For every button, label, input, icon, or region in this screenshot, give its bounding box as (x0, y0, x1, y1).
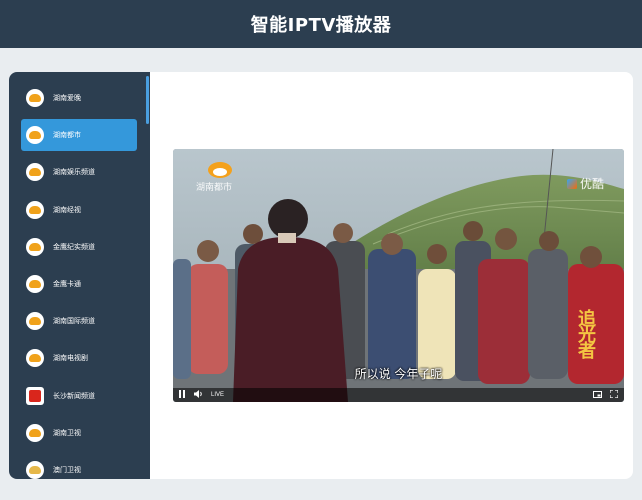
channel-label: 湖南经视 (53, 206, 81, 214)
youku-logo-icon (566, 178, 577, 189)
pause-icon[interactable] (179, 390, 186, 400)
hunan-tv-logo-icon (26, 238, 44, 256)
channel-label: 湖南卫视 (53, 429, 81, 437)
picture-in-picture-icon[interactable] (593, 390, 602, 400)
channel-list[interactable]: 湖南爱晚 湖南都市 湖南娱乐频道 湖南经视 金鹰纪实频道 金鹰卡通 湖南国际频道 (9, 72, 150, 479)
hunan-tv-logo-icon (26, 126, 44, 144)
program-title: 追光者 (575, 309, 596, 357)
channel-item[interactable]: 长沙新闻频道 (21, 380, 137, 412)
channel-item[interactable]: 澳门卫视 (21, 454, 137, 479)
app-header: 智能IPTV播放器 (0, 0, 642, 48)
hunan-tv-logo-icon (26, 201, 44, 219)
channel-label: 湖南电视剧 (53, 354, 88, 362)
channel-item[interactable]: 湖南爱晚 (21, 82, 137, 114)
app-title: 智能IPTV播放器 (250, 15, 392, 36)
station-watermark: 湖南都市 (196, 182, 233, 192)
hunan-tv-logo-icon (26, 163, 44, 181)
channel-label: 长沙新闻频道 (53, 392, 95, 400)
channel-list-scrollbar[interactable] (146, 76, 149, 124)
channel-label: 湖南爱晚 (53, 94, 81, 102)
live-label: LIVE (211, 392, 225, 398)
hunan-tv-logo-icon (26, 275, 44, 293)
channel-item[interactable]: 金鹰卡通 (21, 268, 137, 300)
channel-item[interactable]: 湖南电视剧 (21, 342, 137, 374)
channel-label: 金鹰卡通 (53, 280, 81, 288)
hunan-tv-logo-icon (26, 349, 44, 367)
hunan-tv-logo-icon (26, 312, 44, 330)
channel-label: 湖南都市 (53, 131, 81, 139)
channel-label: 湖南娱乐频道 (53, 168, 95, 176)
channel-item[interactable]: 金鹰纪实频道 (21, 231, 137, 263)
player-controls: LIVE (173, 388, 624, 402)
volume-icon[interactable] (194, 390, 203, 400)
video-player[interactable]: 湖南都市 优酷 追光者 所以说 今年子呢 LIVE (173, 149, 624, 402)
changsha-logo-icon (26, 387, 44, 405)
channel-item-active[interactable]: 湖南都市 (21, 119, 137, 151)
channel-label: 湖南国际频道 (53, 317, 95, 325)
channel-item[interactable]: 湖南国际频道 (21, 305, 137, 337)
channel-label: 澳门卫视 (53, 466, 81, 474)
fullscreen-icon[interactable] (609, 389, 619, 400)
main-panel: 湖南爱晚 湖南都市 湖南娱乐频道 湖南经视 金鹰纪实频道 金鹰卡通 湖南国际频道 (9, 72, 633, 479)
channel-label: 金鹰纪实频道 (53, 243, 95, 251)
channel-item[interactable]: 湖南卫视 (21, 417, 137, 449)
channel-item[interactable]: 湖南经视 (21, 194, 137, 226)
hunan-tv-logo-icon (26, 89, 44, 107)
platform-watermark: 优酷 (566, 175, 604, 192)
video-subtitle: 所以说 今年子呢 (354, 367, 443, 381)
hunan-tv-logo-icon (26, 424, 44, 442)
macau-logo-icon (26, 461, 44, 479)
platform-watermark-label: 优酷 (579, 177, 604, 191)
channel-item[interactable]: 湖南娱乐频道 (21, 156, 137, 188)
